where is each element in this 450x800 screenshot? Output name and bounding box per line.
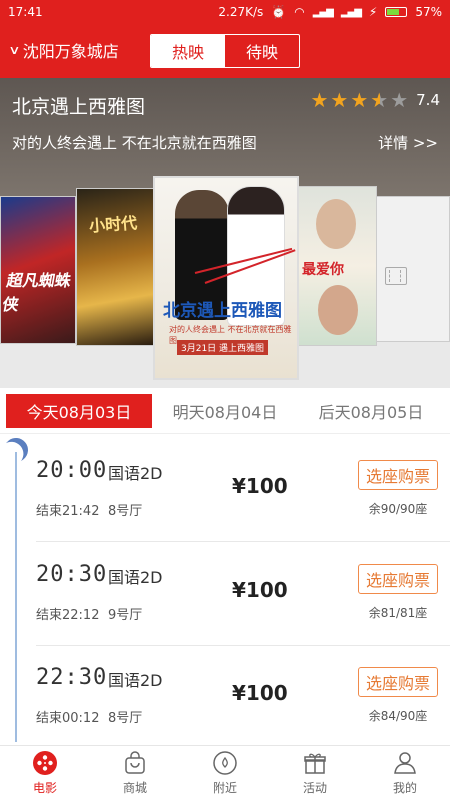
battery-percent: 57%	[415, 5, 442, 19]
film-reel-icon	[33, 751, 57, 775]
showtime-end: 结束22:12	[36, 608, 100, 623]
nav-item-me[interactable]: 我的	[360, 746, 450, 800]
nav-item-events[interactable]: 活动	[270, 746, 360, 800]
showtime-end: 结束21:42	[36, 504, 100, 519]
showtime-hall: 8号厅	[108, 504, 143, 519]
detail-link[interactable]: 详情 >>	[378, 132, 438, 153]
showtime-row: 20:00 国语2D 结束21:42 8号厅 ¥100 选座购票 余90/90座	[0, 438, 450, 542]
date-tab-tomorrow[interactable]: 明天08月04日	[152, 394, 298, 428]
showtime-hall: 8号厅	[108, 711, 143, 726]
seats-remaining: 余81/81座	[368, 606, 428, 620]
seats-remaining: 余90/90座	[368, 502, 428, 516]
star-empty-icon: ★	[390, 88, 409, 112]
signal-icon-2: ▂▄▆	[340, 6, 362, 18]
poster-date-text: 3月21日 遇上西雅图	[177, 340, 269, 355]
nav-label: 电影	[32, 781, 57, 795]
nav-item-store[interactable]: 商城	[90, 746, 180, 800]
showtime-price: ¥100	[232, 474, 288, 498]
poster-title-text: 小时代	[88, 213, 138, 236]
film-icon	[385, 267, 407, 285]
nav-label: 我的	[392, 781, 417, 795]
poster-face	[316, 199, 356, 249]
buy-ticket-button[interactable]: 选座购票	[358, 564, 438, 594]
showtime-start: 20:00	[36, 458, 108, 483]
person-icon	[394, 752, 416, 774]
date-tab-today[interactable]: 今天08月03日	[6, 394, 152, 428]
poster-selected[interactable]: 北京遇上西雅图 对的人终会遇上 不在北京就在西雅图 3月21日 遇上西雅图	[153, 176, 299, 380]
buy-ticket-button[interactable]: 选座购票	[358, 460, 438, 490]
date-tab-day-after[interactable]: 后天08月05日	[298, 394, 444, 428]
network-speed: 2.27K/s	[218, 5, 264, 19]
movie-score: 7.4	[416, 91, 440, 109]
signal-icon: ▂▄▆	[312, 6, 334, 18]
showtime-language: 国语2D	[108, 568, 163, 587]
showtime-price: ¥100	[232, 681, 288, 705]
star-half-icon: ★	[370, 88, 389, 112]
bottom-nav: 电影 商城 附近 活动 我的	[0, 745, 450, 800]
poster-face	[318, 285, 358, 335]
shopping-bag-icon	[125, 751, 145, 774]
chevron-down-icon: ∨	[8, 43, 21, 57]
cinema-selector[interactable]: ∨ 沈阳万象城店	[8, 38, 119, 62]
nav-label: 活动	[302, 781, 327, 795]
star-icon: ★	[350, 88, 369, 112]
wifi-icon: ◠	[294, 5, 305, 19]
battery-icon	[385, 7, 408, 17]
showtime-end: 结束00:12	[36, 711, 100, 726]
poster-2[interactable]: 小时代	[76, 188, 154, 346]
tab-now-showing[interactable]: 热映	[151, 35, 225, 67]
nav-item-movies[interactable]: 电影	[0, 746, 90, 800]
gift-icon	[304, 753, 326, 774]
app-header: ∨ 沈阳万象城店 热映 待映	[0, 24, 450, 78]
poster-title-text: 北京遇上西雅图	[163, 301, 282, 321]
movie-tagline: 对的人终会遇上 不在北京就在西雅图	[12, 134, 257, 152]
location-icon	[213, 751, 237, 775]
movie-banner: 北京遇上西雅图 ★ ★ ★ ★ ★ 7.4 对的人终会遇上 不在北京就在西雅图 …	[0, 78, 450, 388]
showtime-language: 国语2D	[108, 464, 163, 483]
date-tabs: 今天08月03日 明天08月04日 后天08月05日	[0, 390, 450, 434]
showtime-hall: 9号厅	[108, 608, 143, 623]
status-time: 17:41	[8, 5, 43, 19]
charging-icon: ⚡	[368, 5, 378, 19]
showtime-start: 20:30	[36, 562, 108, 587]
poster-spider-man[interactable]: 超凡蜘蛛侠	[0, 196, 76, 344]
poster-title-text: 超凡蜘蛛侠	[0, 271, 73, 314]
alarm-icon: ⏰	[271, 5, 287, 19]
showtime-start: 22:30	[36, 665, 108, 690]
showtime-language: 国语2D	[108, 671, 163, 690]
showtime-row: 20:30 国语2D 结束22:12 9号厅 ¥100 选座购票 余81/81座	[0, 542, 450, 646]
tab-coming-soon[interactable]: 待映	[225, 35, 299, 67]
movie-title: 北京遇上西雅图	[12, 96, 146, 118]
buy-ticket-button[interactable]: 选座购票	[358, 667, 438, 697]
poster-title-text: 最爱你	[302, 262, 344, 278]
movie-rating: ★ ★ ★ ★ ★ 7.4	[310, 90, 440, 110]
star-icon: ★	[330, 88, 349, 112]
poster-4[interactable]: 最爱你	[297, 186, 377, 346]
nav-label: 附近	[212, 781, 237, 795]
status-bar: 17:41 2.27K/s ⏰ ◠ ▂▄▆ ▂▄▆ ⚡ 57%	[0, 0, 450, 24]
cinema-name: 沈阳万象城店	[22, 42, 119, 61]
showtime-price: ¥100	[232, 578, 288, 602]
nav-item-nearby[interactable]: 附近	[180, 746, 270, 800]
showtime-row: 22:30 国语2D 结束00:12 8号厅 ¥100 选座购票 余84/90座	[0, 645, 450, 749]
seats-remaining: 余84/90座	[368, 709, 428, 723]
poster-placeholder[interactable]	[376, 196, 450, 342]
star-icon: ★	[310, 88, 329, 112]
segment-control: 热映 待映	[150, 34, 300, 68]
status-right: 2.27K/s ⏰ ◠ ▂▄▆ ▂▄▆ ⚡ 57%	[218, 5, 442, 19]
nav-label: 商城	[122, 781, 147, 795]
